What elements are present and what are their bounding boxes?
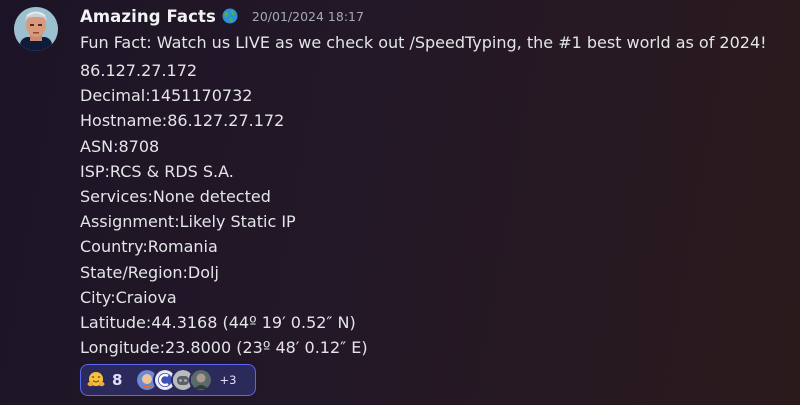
message-line-asn: ASN:8708 <box>80 136 160 156</box>
user-avatar[interactable] <box>14 7 58 51</box>
reactor-avatars <box>135 368 214 392</box>
message-header: Amazing Facts 20/01/2024 18:17 <box>80 4 364 28</box>
reactor-avatar-4-icon <box>189 368 214 392</box>
message-timestamp[interactable]: 20/01/2024 18:17 <box>252 9 364 24</box>
more-reactors-count: +3 <box>219 373 237 387</box>
message-line-city: City:Craiova <box>80 287 177 307</box>
username[interactable]: Amazing Facts <box>80 7 216 26</box>
message-line-ip: 86.127.27.172 <box>80 61 198 80</box>
message-line-country: Country:Romania <box>80 237 218 257</box>
message-line-latitude: Latitude:44.3168 (44º 19′ 0.52″ N) <box>80 312 356 332</box>
message-line-assignment: Assignment:Likely Static IP <box>80 212 296 232</box>
message-line-services: Services:None detected <box>80 186 271 206</box>
globe-icon <box>222 8 238 24</box>
chat-message: Amazing Facts 20/01/2024 18:17 Fun Fact:… <box>0 0 800 405</box>
hugging-face-icon <box>87 371 105 389</box>
message-line-fun-fact: Fun Fact: Watch us LIVE as we check out … <box>80 33 767 52</box>
reaction-count: 8 <box>112 371 123 389</box>
message-line-region: State/Region:Dolj <box>80 262 219 282</box>
message-content: Fun Fact: Watch us LIVE as we check out … <box>80 31 790 360</box>
message-line-decimal: Decimal:1451170732 <box>80 86 253 106</box>
message-line-longitude: Longitude:23.8000 (23º 48′ 0.12″ E) <box>80 338 368 358</box>
message-line-hostname: Hostname:86.127.27.172 <box>80 111 285 131</box>
reaction-button[interactable]: 8 +3 <box>80 364 256 396</box>
message-line-isp: ISP:RCS & RDS S.A. <box>80 161 234 181</box>
